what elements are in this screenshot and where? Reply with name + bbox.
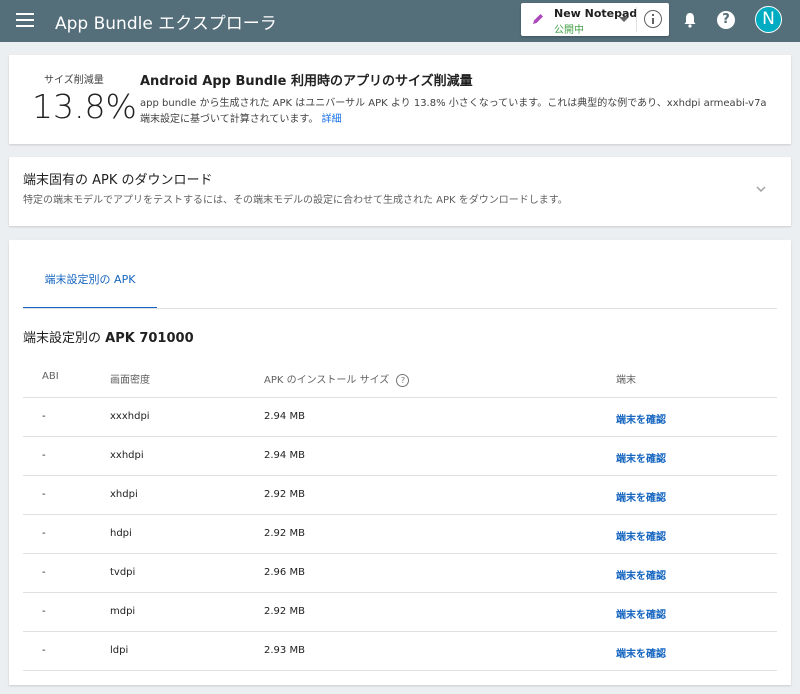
cell-density: xxhdpi (110, 450, 144, 461)
apk-table-card: 端末設定別の APK 端末設定別の APK 701000 ABI 画面密度 AP… (9, 240, 791, 685)
cell-size: 2.92 MB (264, 606, 305, 617)
savings-title: Android App Bundle 利用時のアプリのサイズ削減量 (140, 74, 473, 89)
table-title-prefix: 端末設定別の (23, 331, 102, 346)
tab-apks-by-device-config[interactable]: 端末設定別の APK (23, 264, 157, 309)
cell-size: 2.94 MB (264, 450, 305, 461)
check-devices-link[interactable]: 端末を確認 (616, 450, 666, 465)
table-row: - xhdpi 2.92 MB 端末を確認 (23, 476, 777, 515)
pencil-icon (533, 14, 543, 24)
cell-density: xxxhdpi (110, 411, 150, 422)
app-title: App Bundle エクスプローラ (55, 14, 277, 34)
cell-size: 2.92 MB (264, 489, 305, 500)
cell-density: hdpi (110, 528, 132, 539)
cell-size: 2.93 MB (264, 645, 305, 656)
check-devices-link[interactable]: 端末を確認 (616, 528, 666, 543)
column-header-device: 端末 (616, 375, 636, 386)
table-title: 端末設定別の APK 701000 (23, 327, 194, 346)
top-app-bar: App Bundle エクスプローラ New Notepad 公開中 ? N (0, 0, 800, 42)
cell-density: xhdpi (110, 489, 138, 500)
cell-abi: - (42, 528, 46, 539)
table-row: - xxhdpi 2.94 MB 端末を確認 (23, 437, 777, 476)
column-header-density: 画面密度 (110, 375, 150, 386)
savings-value: 13.8% (32, 87, 137, 126)
table-row: - mdpi 2.92 MB 端末を確認 (23, 593, 777, 632)
column-header-size: APK のインストール サイズ ? (264, 371, 410, 387)
learn-more-link[interactable]: 詳細 (322, 114, 342, 125)
table-title-version: APK 701000 (105, 331, 194, 346)
cell-abi: - (42, 489, 46, 500)
bell-icon[interactable] (683, 12, 697, 28)
savings-description: app bundle から生成された APK はユニバーサル APK より 13… (140, 96, 770, 128)
app-status: 公開中 (554, 25, 584, 36)
column-header-size-label: APK のインストール サイズ (264, 375, 390, 386)
table-header: ABI 画面密度 APK のインストール サイズ ? 端末 (23, 358, 777, 398)
info-icon[interactable] (644, 10, 662, 28)
selector-divider (636, 7, 637, 32)
menu-icon[interactable] (16, 13, 34, 29)
table-row: - hdpi 2.92 MB 端末を確認 (23, 515, 777, 554)
cell-size: 2.96 MB (264, 567, 305, 578)
cell-density: ldpi (110, 645, 129, 656)
check-devices-link[interactable]: 端末を確認 (616, 645, 666, 660)
cell-abi: - (42, 645, 46, 656)
avatar[interactable]: N (755, 6, 782, 33)
app-selector[interactable]: New Notepad 公開中 (521, 3, 669, 36)
savings-description-text: app bundle から生成された APK はユニバーサル APK より 13… (140, 98, 767, 125)
cell-size: 2.94 MB (264, 411, 305, 422)
caret-down-icon[interactable] (619, 17, 629, 22)
cell-abi: - (42, 411, 46, 422)
check-devices-link[interactable]: 端末を確認 (616, 606, 666, 621)
tab-label: 端末設定別の APK (44, 273, 136, 286)
cell-abi: - (42, 606, 46, 617)
download-apk-panel[interactable]: 端末固有の APK のダウンロード 特定の端末モデルでアプリをテストするには、そ… (9, 157, 791, 226)
savings-label: サイズ削減量 (44, 75, 104, 86)
check-devices-link[interactable]: 端末を確認 (616, 489, 666, 504)
check-devices-link[interactable]: 端末を確認 (616, 567, 666, 582)
cell-abi: - (42, 567, 46, 578)
table-row: - ldpi 2.93 MB 端末を確認 (23, 632, 777, 671)
cell-size: 2.92 MB (264, 528, 305, 539)
check-devices-link[interactable]: 端末を確認 (616, 411, 666, 426)
tab-divider (23, 308, 777, 309)
cell-density: mdpi (110, 606, 136, 617)
help-icon[interactable]: ? (717, 11, 735, 29)
size-savings-card: サイズ削減量 13.8% Android App Bundle 利用時のアプリの… (9, 55, 791, 144)
download-description: 特定の端末モデルでアプリをテストするには、その端末モデルの設定に合わせて生成され… (23, 195, 568, 206)
chevron-down-icon[interactable] (756, 184, 766, 194)
column-header-abi: ABI (42, 371, 59, 382)
help-circle-icon[interactable]: ? (396, 373, 410, 387)
cell-abi: - (42, 450, 46, 461)
table-row: - tvdpi 2.96 MB 端末を確認 (23, 554, 777, 593)
cell-density: tvdpi (110, 567, 136, 578)
download-title: 端末固有の APK のダウンロード (23, 173, 213, 188)
table-row: - xxxhdpi 2.94 MB 端末を確認 (23, 398, 777, 437)
